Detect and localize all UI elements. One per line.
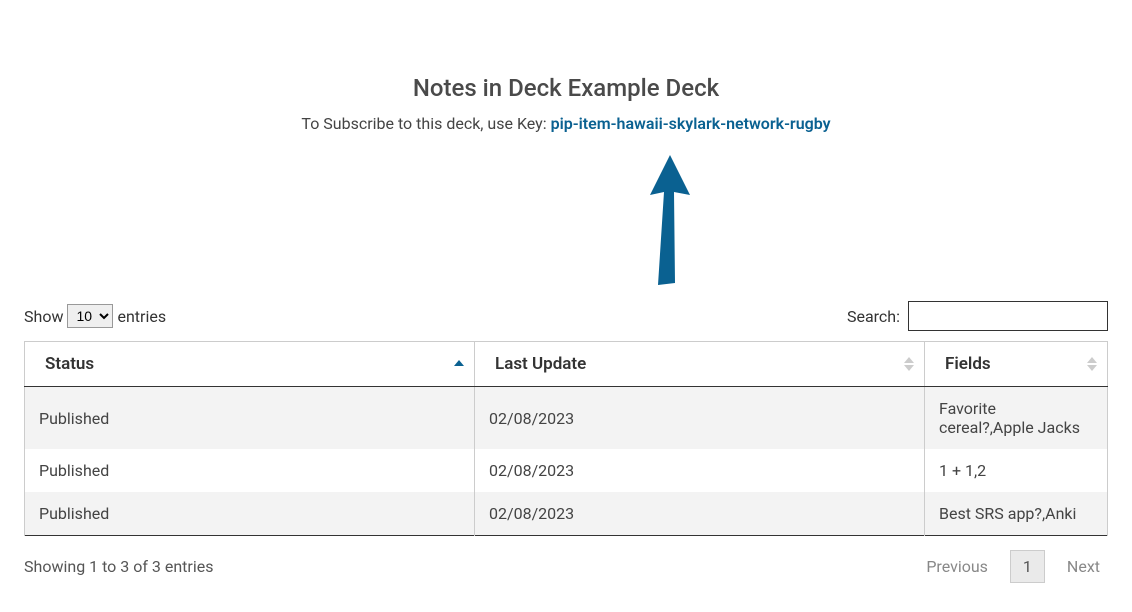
subscribe-prefix: To Subscribe to this deck, use Key: [301, 114, 550, 133]
cell-last-update: 02/08/2023 [475, 449, 925, 492]
col-header-fields-label: Fields [945, 354, 991, 374]
cell-status: Published [25, 387, 475, 450]
subscribe-key[interactable]: pip-item-hawaii-skylark-network-rugby [551, 114, 831, 133]
cell-status: Published [25, 449, 475, 492]
previous-button[interactable]: Previous [918, 553, 996, 580]
cell-fields: Favorite cereal?,Apple Jacks [925, 387, 1108, 450]
search-group: Search: [847, 301, 1108, 331]
pagination: Previous 1 Next [918, 550, 1108, 583]
cell-fields: Best SRS app?,Anki [925, 492, 1108, 536]
table-row: Published 02/08/2023 1 + 1,2 [25, 449, 1108, 492]
cell-status: Published [25, 492, 475, 536]
page-title: Notes in Deck Example Deck [24, 74, 1108, 102]
col-header-last-update[interactable]: Last Update [475, 342, 925, 387]
cell-last-update: 02/08/2023 [475, 492, 925, 536]
col-header-status[interactable]: Status [25, 342, 475, 387]
search-label: Search: [847, 307, 900, 326]
col-header-status-label: Status [45, 354, 94, 374]
page-number-button[interactable]: 1 [1010, 550, 1045, 583]
arrow-up-icon [640, 150, 700, 294]
sort-icon [904, 357, 914, 371]
show-label-post: entries [117, 307, 166, 326]
subscribe-line: To Subscribe to this deck, use Key: pip-… [24, 114, 1108, 133]
search-input[interactable] [908, 301, 1108, 331]
show-label-pre: Show [24, 307, 63, 326]
col-header-fields[interactable]: Fields [925, 342, 1108, 387]
entries-select[interactable]: 10 [67, 304, 113, 328]
notes-table: Status Last Update Fields [24, 341, 1108, 536]
col-header-last-update-label: Last Update [495, 354, 586, 374]
cell-fields: 1 + 1,2 [925, 449, 1108, 492]
sort-icon [1087, 357, 1097, 371]
table-row: Published 02/08/2023 Best SRS app?,Anki [25, 492, 1108, 536]
entries-length-control: Show 10 entries [24, 304, 166, 328]
next-button[interactable]: Next [1059, 553, 1108, 580]
table-row: Published 02/08/2023 Favorite cereal?,Ap… [25, 387, 1108, 450]
table-info: Showing 1 to 3 of 3 entries [24, 557, 213, 576]
cell-last-update: 02/08/2023 [475, 387, 925, 450]
sort-asc-icon [454, 360, 464, 368]
